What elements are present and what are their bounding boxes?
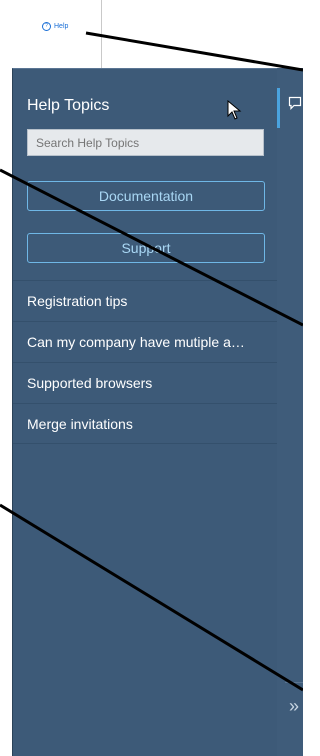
rail-divider [285,682,303,683]
help-link-label: Help [54,23,69,30]
topic-item-multiple-accounts[interactable]: Can my company have mutiple a… [13,321,277,362]
search-input[interactable] [27,129,264,156]
expand-icon[interactable]: » [289,696,299,717]
panel-title: Help Topics [27,97,110,114]
help-topic-list: Registration tips Can my company have mu… [13,280,277,444]
documentation-button[interactable]: Documentation [27,181,265,211]
side-rail: » [277,68,303,756]
support-button[interactable]: Support [27,233,265,263]
mouse-cursor-icon [227,100,242,120]
topic-item-merge-invitations[interactable]: Merge invitations [13,403,277,444]
topic-item-supported-browsers[interactable]: Supported browsers [13,362,277,403]
help-circle-icon: ? [42,22,51,31]
callout-line-top [85,31,303,72]
topic-item-registration-tips[interactable]: Registration tips [13,280,277,321]
help-link[interactable]: ? Help [42,22,68,31]
help-topics-panel: Help Topics Documentation Support Regist… [12,68,277,756]
active-indicator [277,88,280,128]
chat-icon[interactable] [288,96,302,110]
